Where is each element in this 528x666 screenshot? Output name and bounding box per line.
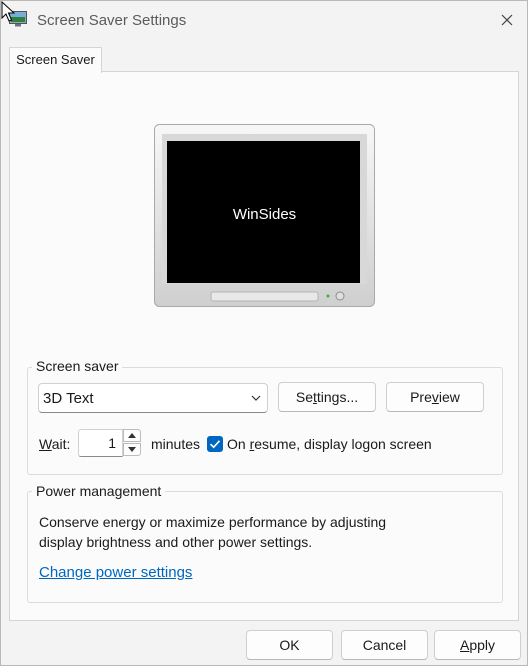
chevron-down-icon	[128, 447, 136, 452]
title-bar: Screen Saver Settings	[1, 1, 527, 39]
mouse-cursor-icon	[1, 1, 15, 22]
window-title: Screen Saver Settings	[37, 12, 187, 29]
ok-button[interactable]: OK	[246, 630, 333, 660]
preview-button[interactable]: Preview	[386, 382, 484, 412]
apply-label-post: pply	[469, 637, 496, 653]
wait-label-key: W	[39, 436, 52, 452]
wait-increment-button[interactable]	[123, 429, 141, 442]
apply-button[interactable]: Apply	[434, 630, 521, 660]
screen-saver-preview-monitor: WinSides	[154, 124, 375, 307]
settings-label-pre: Se	[295, 389, 313, 405]
wait-decrement-button[interactable]	[123, 443, 141, 456]
screen-saver-selected-value: 3D Text	[43, 390, 94, 407]
close-icon[interactable]	[493, 7, 521, 33]
power-description-line1: Conserve energy or maximize performance …	[39, 514, 387, 530]
checkmark-icon	[209, 440, 221, 449]
wait-label-post: ait:	[51, 436, 71, 452]
minutes-label: minutes	[151, 436, 201, 452]
screen-saver-settings-window: Screen Saver Settings Screen Saver WinSi…	[0, 0, 528, 666]
preview-label-post: iew	[438, 389, 460, 405]
screen-saver-group-label: Screen saver	[32, 358, 123, 374]
resume-label-post: esume, display logon screen	[254, 436, 432, 452]
preview-text: WinSides	[232, 206, 297, 223]
wait-minutes-input[interactable]: 1	[78, 429, 123, 457]
chevron-up-icon	[128, 433, 136, 438]
cancel-button[interactable]: Cancel	[341, 630, 428, 660]
resume-label-pre: On	[227, 436, 250, 452]
power-description-line2: display brightness and other power setti…	[39, 534, 313, 550]
settings-label-post: tings...	[316, 389, 359, 405]
apply-label-key: A	[459, 637, 470, 653]
preview-label-pre: Pre	[410, 389, 432, 405]
change-power-settings-link[interactable]: Change power settings	[39, 564, 192, 581]
wait-label: Wait:	[39, 436, 70, 452]
power-management-group-label: Power management	[32, 483, 166, 499]
resume-logon-label: On resume, display logon screen	[227, 436, 432, 452]
preview-label-key: v	[431, 389, 439, 405]
tab-screen-saver[interactable]: Screen Saver	[9, 47, 102, 73]
resume-logon-checkbox[interactable]	[207, 436, 223, 452]
chevron-down-icon	[251, 395, 261, 401]
screen-saver-dropdown[interactable]: 3D Text	[38, 383, 268, 413]
settings-button[interactable]: Settings...	[278, 382, 376, 412]
